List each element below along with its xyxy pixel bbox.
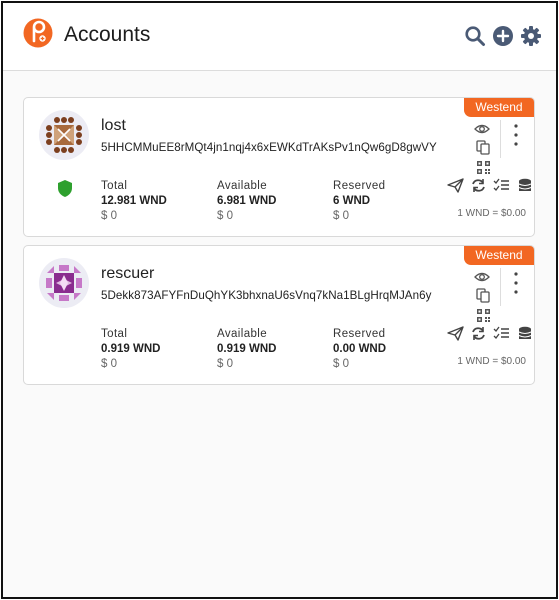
app-window: Accounts Westend lost 5HHCMMuEE8rMQt4jn1… <box>1 1 558 599</box>
account-name: rescuer <box>101 265 155 282</box>
checklist-icon[interactable] <box>493 178 510 193</box>
refresh-icon[interactable] <box>470 178 487 193</box>
coins-icon[interactable] <box>516 326 533 341</box>
header: Accounts <box>3 3 556 71</box>
total-balance: Total 12.981 WND $ 0 <box>101 180 167 222</box>
total-balance: Total 0.919 WND $ 0 <box>101 328 161 370</box>
account-address: 5HHCMMuEE8rMQt4jn1nqj4x6xEWKdTrAKsPv1nQw… <box>101 141 437 154</box>
qr-code-icon[interactable] <box>477 309 490 322</box>
chain-badge: Westend <box>464 98 534 117</box>
more-options-icon[interactable] <box>510 123 522 147</box>
send-icon[interactable] <box>447 326 464 341</box>
more-options-icon[interactable] <box>510 271 522 295</box>
available-balance: Available 6.981 WND $ 0 <box>217 180 277 222</box>
account-address: 5Dekk873AFYFnDuQhYK3bhxnaU6sVnq7kNa1BLgH… <box>101 289 432 302</box>
chain-badge: Westend <box>464 246 534 265</box>
reserved-balance: Reserved 0.00 WND $ 0 <box>333 328 387 370</box>
shield-icon <box>58 180 72 197</box>
settings-icon[interactable] <box>520 25 542 47</box>
divider <box>500 268 501 306</box>
exchange-rate: 1 WND = $0.00 <box>457 208 526 219</box>
eye-icon[interactable] <box>474 122 490 136</box>
page-title: Accounts <box>64 23 151 46</box>
copy-icon[interactable] <box>476 140 490 155</box>
reserved-balance: Reserved 6 WND $ 0 <box>333 180 386 222</box>
account-name: lost <box>101 117 126 134</box>
checklist-icon[interactable] <box>493 326 510 341</box>
eye-icon[interactable] <box>474 270 490 284</box>
polkagate-logo-icon <box>23 18 53 48</box>
exchange-rate: 1 WND = $0.00 <box>457 356 526 367</box>
account-card[interactable]: Westend lost 5HHCMMuEE8rMQt4jn1nqj4x6xEW… <box>23 97 535 237</box>
account-card[interactable]: Westend rescuer 5Dekk873AFYFnDuQhYK3bhxn… <box>23 245 535 385</box>
copy-icon[interactable] <box>476 288 490 303</box>
divider <box>500 120 501 158</box>
identicon-avatar[interactable] <box>39 258 89 308</box>
search-icon[interactable] <box>464 25 486 47</box>
refresh-icon[interactable] <box>470 326 487 341</box>
coins-icon[interactable] <box>516 178 533 193</box>
accounts-list: Westend lost 5HHCMMuEE8rMQt4jn1nqj4x6xEW… <box>23 97 535 393</box>
send-icon[interactable] <box>447 178 464 193</box>
available-balance: Available 0.919 WND $ 0 <box>217 328 277 370</box>
add-account-icon[interactable] <box>492 25 514 47</box>
qr-code-icon[interactable] <box>477 161 490 174</box>
identicon-avatar[interactable] <box>39 110 89 160</box>
